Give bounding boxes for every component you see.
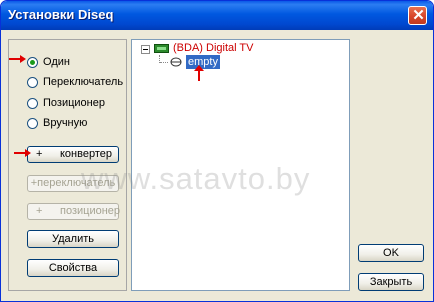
radio-manual[interactable]: Вручную — [27, 115, 87, 131]
plus-sign: + — [36, 148, 43, 160]
close-button[interactable]: Закрыть — [358, 273, 424, 291]
radio-label: Один — [43, 56, 70, 68]
radio-label: Переключатель — [43, 76, 124, 88]
tree-root-label[interactable]: (BDA) Digital TV — [173, 42, 253, 54]
title-bar[interactable]: Установки Diseq ✕ — [1, 1, 433, 30]
radio-switch[interactable]: Переключатель — [27, 74, 123, 90]
positioner-label: позиционер — [60, 205, 121, 217]
collapse-toggle[interactable] — [141, 45, 150, 54]
radio-label: Вручную — [43, 117, 88, 129]
close-icon: ✕ — [412, 7, 425, 24]
red-arrow-icon — [194, 65, 204, 81]
tree-connector — [160, 62, 168, 63]
plus-sign: + — [36, 205, 43, 217]
watermark-text: www.satavto.by — [81, 161, 311, 196]
close-window-button[interactable]: ✕ — [408, 6, 427, 25]
properties-button[interactable]: Свойства — [27, 259, 119, 277]
radio-positioner[interactable]: Позиционер — [27, 95, 105, 111]
ok-button[interactable]: OK — [358, 244, 424, 262]
add-positioner-button[interactable]: + позиционер — [27, 203, 121, 220]
satellite-dish-icon — [170, 57, 182, 67]
radio-label: Позиционер — [43, 97, 105, 109]
radio-single[interactable]: Один — [27, 54, 70, 70]
diseq-settings-dialog: Установки Diseq ✕ Один Переключатель Поз… — [0, 0, 434, 302]
radio-button[interactable] — [27, 117, 38, 129]
radio-button-checked[interactable] — [27, 56, 38, 68]
converter-label: конвертер — [60, 148, 112, 160]
window-title: Установки Diseq — [8, 7, 114, 22]
radio-button[interactable] — [27, 97, 38, 109]
tv-tuner-icon — [154, 44, 169, 53]
radio-button[interactable] — [27, 76, 38, 88]
red-arrow-icon — [9, 55, 26, 63]
red-arrow-icon — [14, 149, 31, 157]
delete-button[interactable]: Удалить — [27, 230, 119, 248]
